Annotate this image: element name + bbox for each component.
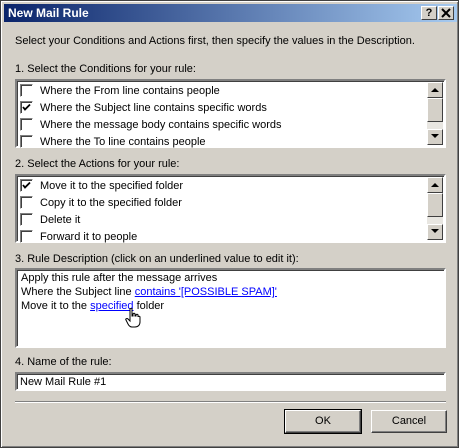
action-checkbox[interactable] xyxy=(20,179,33,192)
action-item-copy[interactable]: Copy it to the specified folder xyxy=(20,194,182,211)
rule-description-box: Apply this rule after the message arrive… xyxy=(15,268,446,348)
actions-scrollbar[interactable] xyxy=(427,177,443,240)
hand-pointer-cursor-icon xyxy=(125,308,141,328)
conditions-scrollbar[interactable] xyxy=(427,82,443,145)
action-checkbox[interactable] xyxy=(20,196,33,209)
action-checkbox[interactable] xyxy=(20,213,33,226)
close-button[interactable] xyxy=(438,6,454,20)
scroll-down-arrow-icon xyxy=(431,134,439,138)
action-label: Forward it to people xyxy=(40,230,138,243)
action-item-delete[interactable]: Delete it xyxy=(20,211,80,228)
condition-item-body[interactable]: Where the message body contains specific… xyxy=(20,116,282,133)
condition-item-to[interactable]: Where the To line contains people xyxy=(20,133,206,150)
description-line-1: Apply this rule after the message arrive… xyxy=(21,272,218,284)
title-bar: New Mail Rule ? xyxy=(4,4,457,22)
condition-checkbox[interactable] xyxy=(20,101,33,114)
actions-label: 2. Select the Actions for your rule: xyxy=(15,158,180,170)
checkmark-icon xyxy=(22,181,31,189)
condition-label: Where the To line contains people xyxy=(40,135,206,148)
scroll-down-arrow-icon xyxy=(431,229,439,233)
instructions-text: Select your Conditions and Actions first… xyxy=(15,35,415,47)
condition-label: Where the From line contains people xyxy=(40,84,220,97)
scroll-up-arrow-icon xyxy=(431,183,439,187)
conditions-list[interactable]: Where the From line contains people Wher… xyxy=(15,79,446,148)
description-line-2: Where the Subject line contains '[POSSIB… xyxy=(21,286,277,298)
condition-label: Where the message body contains specific… xyxy=(40,118,282,131)
rule-name-label: 4. Name of the rule: xyxy=(15,356,112,368)
action-item-forward[interactable]: Forward it to people xyxy=(20,228,137,245)
rule-name-input[interactable] xyxy=(15,372,446,391)
scroll-up-arrow-icon xyxy=(431,88,439,92)
move-action-text: Move it to the xyxy=(21,300,91,312)
action-checkbox[interactable] xyxy=(20,230,33,243)
scroll-up-button[interactable] xyxy=(427,177,443,193)
description-line-3: Move it to the specified folder xyxy=(21,300,164,312)
action-label: Move it to the specified folder xyxy=(40,179,184,192)
help-icon: ? xyxy=(425,7,433,19)
condition-checkbox[interactable] xyxy=(20,135,33,148)
scroll-down-button[interactable] xyxy=(427,224,443,240)
condition-checkbox[interactable] xyxy=(20,84,33,97)
action-label: Copy it to the specified folder xyxy=(40,196,182,209)
condition-item-from[interactable]: Where the From line contains people xyxy=(20,82,220,99)
condition-label: Where the Subject line contains specific… xyxy=(40,101,267,114)
scroll-thumb[interactable] xyxy=(427,98,443,122)
subject-condition-text: Where the Subject line xyxy=(21,286,135,298)
window-title: New Mail Rule xyxy=(8,6,89,20)
condition-item-subject[interactable]: Where the Subject line contains specific… xyxy=(20,99,267,116)
checkmark-icon xyxy=(22,103,31,111)
help-button[interactable]: ? xyxy=(421,6,437,20)
scroll-thumb[interactable] xyxy=(427,193,443,217)
separator-line xyxy=(15,401,446,403)
conditions-label: 1. Select the Conditions for your rule: xyxy=(15,63,196,75)
ok-button[interactable]: OK xyxy=(284,409,362,434)
cancel-button[interactable]: Cancel xyxy=(371,410,447,433)
action-item-move[interactable]: Move it to the specified folder xyxy=(20,177,183,194)
actions-list[interactable]: Move it to the specified folder Copy it … xyxy=(15,174,446,243)
scroll-down-button[interactable] xyxy=(427,129,443,145)
scroll-up-button[interactable] xyxy=(427,82,443,98)
new-mail-rule-dialog: New Mail Rule ? Select your Conditions a… xyxy=(0,0,459,448)
action-label: Delete it xyxy=(40,213,81,226)
close-icon xyxy=(441,8,451,18)
description-label: 3. Rule Description (click on an underli… xyxy=(15,253,299,265)
contains-words-link[interactable]: contains '[POSSIBLE SPAM]' xyxy=(135,286,277,298)
condition-checkbox[interactable] xyxy=(20,118,33,131)
